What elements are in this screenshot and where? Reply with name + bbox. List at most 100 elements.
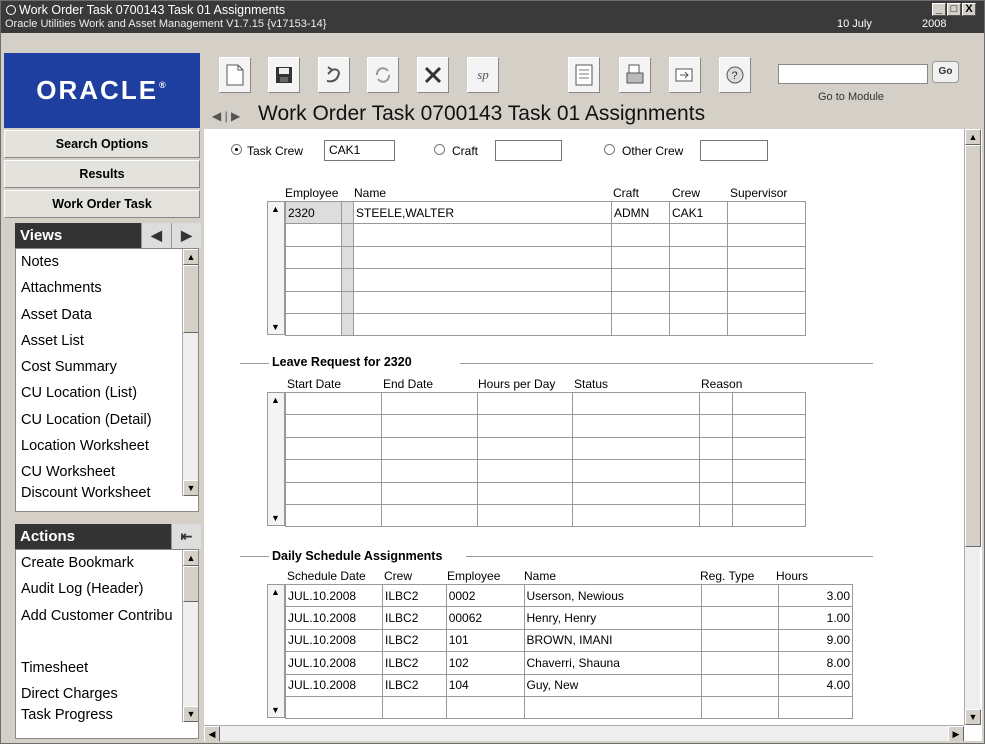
table-cell[interactable] <box>701 606 780 630</box>
table-cell[interactable]: CAK1 <box>669 200 728 225</box>
action-audit-log-header[interactable]: Audit Log (Header) <box>16 576 198 602</box>
go-button[interactable]: Go <box>932 61 959 83</box>
undo-icon[interactable] <box>318 57 350 93</box>
scroll-up-icon[interactable]: ▲ <box>183 550 198 566</box>
scroll-down-icon[interactable]: ▼ <box>271 705 280 715</box>
table-cell[interactable] <box>611 268 670 292</box>
table-cell[interactable] <box>572 391 701 416</box>
table-cell[interactable]: 101 <box>445 628 525 653</box>
table-cell[interactable] <box>611 290 670 314</box>
table-cell[interactable] <box>476 391 574 416</box>
table-cell[interactable] <box>699 459 734 483</box>
table-cell[interactable] <box>285 414 382 438</box>
new-icon[interactable] <box>219 57 251 93</box>
action-create-bookmark[interactable]: Create Bookmark <box>16 550 198 576</box>
table-cell[interactable] <box>284 695 384 720</box>
table-cell[interactable] <box>669 223 728 247</box>
table-cell[interactable] <box>380 414 478 438</box>
table-cell[interactable] <box>701 651 780 675</box>
table-cell[interactable]: Henry, Henry <box>523 606 703 630</box>
table-cell[interactable] <box>701 695 780 720</box>
pin-icon[interactable]: ⇤ <box>171 524 201 549</box>
table-cell[interactable] <box>380 481 478 505</box>
scroll-down-icon[interactable]: ▼ <box>965 709 981 725</box>
scroll-up-icon[interactable]: ▲ <box>271 204 280 214</box>
table-cell[interactable] <box>380 391 478 416</box>
table-cell[interactable] <box>669 268 728 292</box>
table-cell[interactable] <box>699 391 734 416</box>
table-cell[interactable]: ILBC2 <box>382 673 447 697</box>
table-cell[interactable] <box>727 268 806 292</box>
module-input[interactable] <box>778 64 928 84</box>
table-cell[interactable]: 00062 <box>445 606 525 630</box>
scroll-down-icon[interactable]: ▼ <box>183 706 198 722</box>
table-row[interactable]: JUL.10.2008 ILBC2 0002 Userson, Newious 3.00 <box>284 583 853 608</box>
print-icon[interactable] <box>619 57 651 93</box>
table-cell[interactable] <box>572 436 701 461</box>
table-row[interactable] <box>285 223 806 247</box>
table-cell[interactable] <box>732 459 806 483</box>
table-row[interactable]: JUL.10.2008 ILBC2 101 BROWN, IMANI 9.00 <box>284 628 853 653</box>
table-cell[interactable] <box>611 312 670 337</box>
table-cell[interactable] <box>727 200 806 225</box>
table-cell[interactable]: JUL.10.2008 <box>284 606 384 630</box>
views-prev-icon[interactable]: ◀ <box>141 223 171 248</box>
views-scrollbar[interactable]: ▲ ▼ <box>182 249 198 496</box>
view-attachments[interactable]: Attachments <box>16 275 198 301</box>
table-cell[interactable] <box>572 414 701 438</box>
view-cu-worksheet[interactable]: CU Worksheet <box>16 459 198 485</box>
table-cell[interactable] <box>572 459 701 483</box>
table-cell[interactable]: STEELE,WALTER <box>353 200 612 225</box>
table-cell[interactable] <box>611 245 670 270</box>
table-cell[interactable] <box>699 481 734 505</box>
table-cell[interactable]: ADMN <box>611 200 670 225</box>
table-cell[interactable] <box>732 414 806 438</box>
route-icon[interactable] <box>669 57 701 93</box>
table-cell[interactable] <box>701 583 780 608</box>
table-cell[interactable]: 8.00 <box>778 651 853 675</box>
view-asset-data[interactable]: Asset Data <box>16 302 198 328</box>
table-cell[interactable] <box>611 223 670 247</box>
search-options-button[interactable]: Search Options <box>4 130 200 158</box>
table-cell[interactable] <box>699 436 734 461</box>
scroll-right-icon[interactable]: ▶ <box>948 726 964 741</box>
table-cell[interactable]: ILBC2 <box>382 606 447 630</box>
employees-scrollbar[interactable]: ▲ ▼ <box>267 201 285 335</box>
craft-field[interactable] <box>495 140 562 161</box>
table-cell[interactable] <box>353 245 612 270</box>
action-timesheet[interactable]: Timesheet <box>16 655 198 681</box>
table-cell[interactable] <box>523 695 703 720</box>
action-add-customer-contribution[interactable]: Add Customer Contribu <box>16 603 198 629</box>
minimize-button[interactable]: _ <box>932 3 946 16</box>
table-cell[interactable] <box>285 503 382 528</box>
view-notes[interactable]: Notes <box>16 249 198 275</box>
forward-arrow-icon[interactable]: ▶ <box>231 109 240 123</box>
other-crew-field[interactable] <box>700 140 768 161</box>
table-cell[interactable] <box>669 290 728 314</box>
table-row[interactable] <box>285 391 806 416</box>
view-location-worksheet[interactable]: Location Worksheet <box>16 433 198 459</box>
table-cell[interactable] <box>669 312 728 337</box>
scroll-left-icon[interactable]: ◀ <box>204 726 220 741</box>
table-cell[interactable]: 0002 <box>445 583 525 608</box>
report-icon[interactable] <box>568 57 600 93</box>
table-cell[interactable] <box>476 459 574 483</box>
table-cell[interactable]: 104 <box>445 673 525 697</box>
table-cell[interactable] <box>285 481 382 505</box>
close-button[interactable]: X <box>962 3 976 16</box>
spell-check-icon[interactable]: sp <box>467 57 499 93</box>
table-cell[interactable] <box>285 245 342 270</box>
table-cell[interactable] <box>353 268 612 292</box>
table-row[interactable] <box>285 503 806 528</box>
help-icon[interactable]: ? <box>719 57 751 93</box>
table-cell[interactable]: 4.00 <box>778 673 853 697</box>
table-cell[interactable] <box>285 459 382 483</box>
table-cell[interactable]: 3.00 <box>778 583 853 608</box>
scroll-down-icon[interactable]: ▼ <box>271 513 280 523</box>
work-order-task-button[interactable]: Work Order Task <box>4 190 200 218</box>
table-cell[interactable] <box>701 673 780 697</box>
view-asset-list[interactable]: Asset List <box>16 328 198 354</box>
table-row[interactable]: JUL.10.2008 ILBC2 102 Chaverri, Shauna 8.00 <box>284 651 853 675</box>
table-cell[interactable] <box>727 312 806 337</box>
table-cell[interactable]: ILBC2 <box>382 628 447 653</box>
